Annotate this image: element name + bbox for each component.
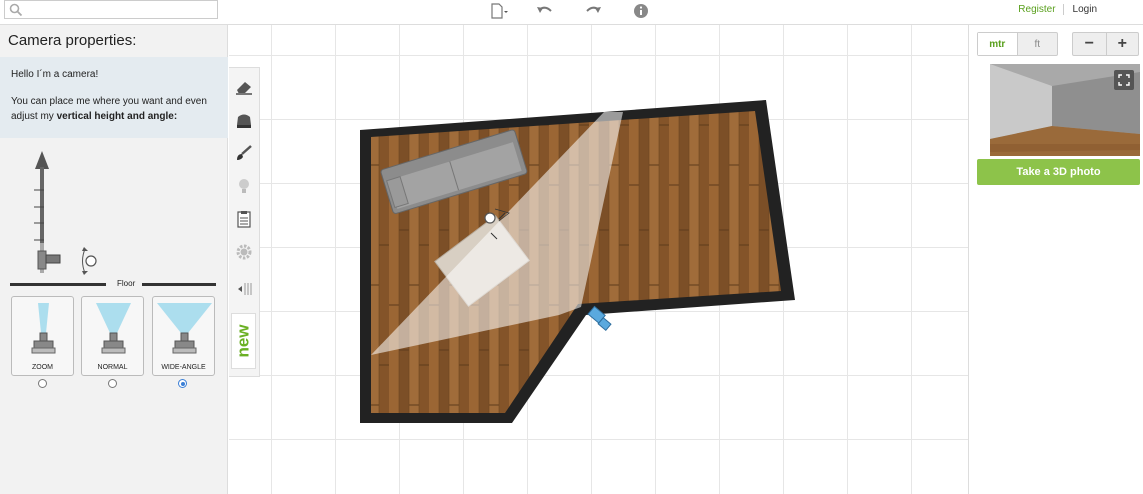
fullscreen-icon[interactable] xyxy=(1114,70,1134,90)
floor-reference: Floor xyxy=(10,279,216,291)
collapse-icon[interactable] xyxy=(229,274,259,304)
floor-label: Floor xyxy=(117,279,136,288)
intro-instructions: You can place me where you want and even… xyxy=(11,96,207,122)
floor-plan-drawing[interactable] xyxy=(229,25,968,494)
zoom-lens-icon xyxy=(31,303,56,354)
lens-wide-angle-card[interactable]: WIDE-ANGLE xyxy=(152,296,215,376)
camera-intro-box: Hello I´m a camera! You can place me whe… xyxy=(0,57,228,138)
settings-gear-icon[interactable] xyxy=(229,237,259,267)
info-icon[interactable] xyxy=(630,2,652,20)
lens-zoom-card[interactable]: ZOOM xyxy=(11,296,74,376)
new-file-icon[interactable] xyxy=(488,2,510,20)
redo-icon[interactable] xyxy=(582,2,604,20)
camera-height-diagram xyxy=(34,151,97,275)
lens-zoom-label: ZOOM xyxy=(32,364,53,371)
take-3d-photo-button[interactable]: Take a 3D photo xyxy=(977,159,1140,185)
clipboard-icon[interactable] xyxy=(229,204,259,234)
account-links: Register Login xyxy=(1018,4,1097,15)
floor-plan-canvas[interactable] xyxy=(229,25,968,494)
zoom-controls: − + xyxy=(1072,32,1139,56)
register-link[interactable]: Register xyxy=(1018,4,1064,15)
eraser-icon[interactable] xyxy=(229,72,259,102)
furniture-icon[interactable] xyxy=(229,105,259,135)
unit-meter-button[interactable]: mtr xyxy=(978,33,1018,55)
light-bulb-icon[interactable] xyxy=(229,171,259,201)
unit-feet-button[interactable]: ft xyxy=(1018,33,1058,55)
camera-side-icon xyxy=(37,250,61,270)
normal-lens-icon xyxy=(96,303,131,354)
camera-properties-panel: Camera properties: Hello I´m a camera! Y… xyxy=(0,25,228,494)
lens-normal-card[interactable]: NORMAL xyxy=(81,296,144,376)
lens-normal-label: NORMAL xyxy=(97,364,128,371)
lens-wide-angle-radio[interactable] xyxy=(178,379,187,388)
login-link[interactable]: Login xyxy=(1064,4,1097,15)
unit-toggle: mtr ft xyxy=(977,32,1058,56)
tool-strip: new xyxy=(229,67,260,377)
search-icon xyxy=(9,3,23,17)
intro-greeting: Hello I´m a camera! xyxy=(11,69,99,80)
wide-angle-lens-icon xyxy=(157,303,212,354)
3d-preview[interactable] xyxy=(990,64,1140,156)
new-feature-badge[interactable]: new xyxy=(231,313,256,369)
zoom-out-button[interactable]: − xyxy=(1073,33,1106,55)
paint-brush-icon[interactable] xyxy=(229,138,259,168)
undo-icon[interactable] xyxy=(534,2,556,20)
search-input[interactable] xyxy=(4,0,218,19)
zoom-in-button[interactable]: + xyxy=(1105,33,1139,55)
angle-handle[interactable] xyxy=(82,247,97,275)
top-toolbar: Register Login xyxy=(0,0,1143,25)
lens-wide-angle-label: WIDE-ANGLE xyxy=(161,364,206,371)
lens-normal-radio[interactable] xyxy=(108,379,117,388)
right-panel: mtr ft − + Take a 3D photo xyxy=(968,25,1143,494)
lens-zoom-radio[interactable] xyxy=(38,379,47,388)
panel-title: Camera properties: xyxy=(8,32,137,49)
